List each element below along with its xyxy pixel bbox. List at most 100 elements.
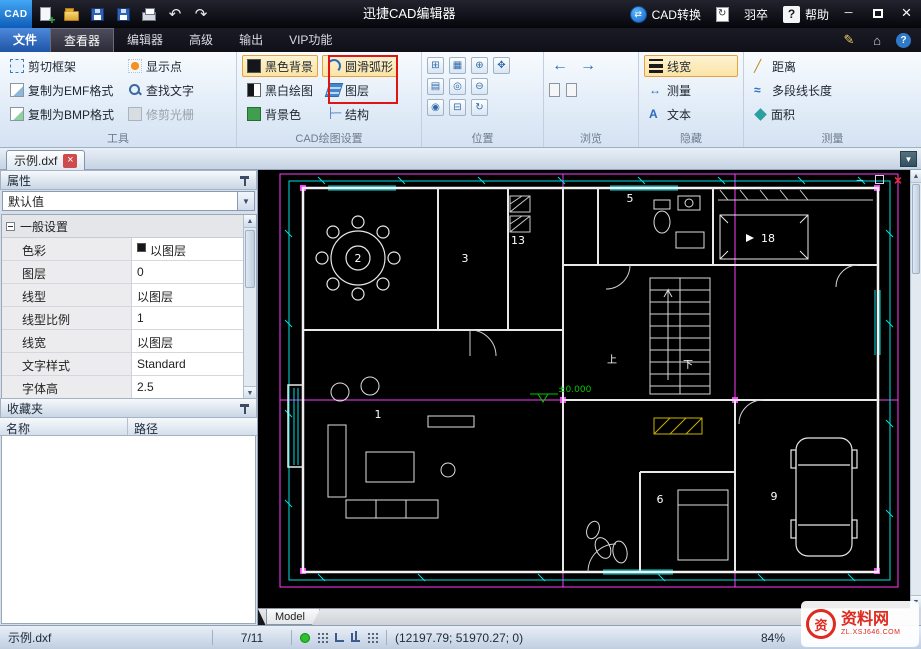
app-logo: CAD <box>0 0 32 28</box>
trim-raster-button[interactable]: 修剪光栅 <box>123 103 199 125</box>
text-toggle-button[interactable]: 文本 <box>644 103 738 125</box>
maximize-button[interactable] <box>863 0 892 26</box>
property-row-lineweight[interactable]: 线宽 以图层 <box>2 330 256 353</box>
new-file-button[interactable] <box>32 2 58 26</box>
cad-convert-button[interactable]: CAD转换 <box>630 6 701 23</box>
menu-tab-output[interactable]: 输出 <box>226 28 276 52</box>
property-row-layer[interactable]: 图层 0 <box>2 261 256 284</box>
print-icon <box>142 12 156 21</box>
open-file-button[interactable] <box>58 2 84 26</box>
property-row-textstyle[interactable]: 文字样式 Standard <box>2 353 256 376</box>
print-button[interactable] <box>136 2 162 26</box>
tab-scroll-down-button[interactable] <box>900 151 917 167</box>
home-icon[interactable] <box>868 31 886 49</box>
area-button[interactable]: 面积 <box>749 103 916 125</box>
canvas-scrollbar[interactable]: ▲ ▼ <box>910 170 921 608</box>
undo-button[interactable] <box>162 2 188 26</box>
menu-tab-viewer[interactable]: 查看器 <box>50 28 114 52</box>
favorites-path-column[interactable]: 路径 <box>128 418 257 435</box>
menu-tab-file[interactable]: 文件 <box>0 28 50 52</box>
property-row-linetype[interactable]: 线型 以图层 <box>2 284 256 307</box>
canvas-restore-icon[interactable] <box>873 174 885 185</box>
pan-hand-icon[interactable] <box>493 57 510 74</box>
copy-as-emf-button[interactable]: 复制为EMF格式 <box>5 79 119 101</box>
show-points-button[interactable]: 显示点 <box>123 55 199 77</box>
property-row-ltscale[interactable]: 线型比例 1 <box>2 307 256 330</box>
clip-frame-button[interactable]: 剪切框架 <box>5 55 119 77</box>
scrollbar-thumb[interactable] <box>912 184 920 274</box>
user-name[interactable]: 羽卒 <box>744 6 768 23</box>
back-arrow-icon[interactable]: ← <box>549 57 571 75</box>
save-as-button[interactable] <box>110 2 136 26</box>
smooth-arc-button[interactable]: 圆滑弧形 <box>322 55 398 77</box>
menu-tab-editor[interactable]: 编辑器 <box>114 28 176 52</box>
sheet-view-icon[interactable] <box>427 78 444 95</box>
view-window-icon[interactable] <box>449 99 466 116</box>
osnap-icon[interactable] <box>351 633 360 642</box>
bw-drawing-button[interactable]: 黑白绘图 <box>242 79 318 101</box>
save-button[interactable] <box>84 2 110 26</box>
zoom-in-icon[interactable] <box>471 57 488 74</box>
forward-arrow-icon[interactable]: → <box>577 57 599 75</box>
zoom-window-icon[interactable] <box>427 57 444 74</box>
layers-button[interactable]: 图层 <box>322 79 398 101</box>
grid-view-icon[interactable] <box>449 57 466 74</box>
drawing-canvas[interactable]: ±0.000 2 3 5 13 18 1 6 9 上 下 <box>258 170 910 608</box>
properties-scrollbar[interactable]: ▲ ▼ <box>243 215 256 399</box>
copy-as-bmp-button[interactable]: 复制为BMP格式 <box>5 103 119 125</box>
help-button[interactable]: 帮助 <box>783 6 829 23</box>
close-button[interactable] <box>892 0 921 26</box>
ortho-mode-icon[interactable] <box>335 633 344 642</box>
minimize-button[interactable] <box>834 0 863 26</box>
column-markers-magenta <box>300 185 880 574</box>
canvas-close-icon[interactable] <box>892 174 904 185</box>
polyline-length-button[interactable]: 多段线长度 <box>749 79 916 101</box>
tab-close-icon[interactable] <box>63 154 77 168</box>
favorites-list[interactable] <box>1 436 256 624</box>
previous-view-icon[interactable] <box>549 83 560 97</box>
snap-grid-icon[interactable] <box>317 632 328 643</box>
property-row-fontheight[interactable]: 字体高 2.5 <box>2 376 256 399</box>
polar-tracking-icon[interactable] <box>367 632 378 643</box>
document-convert-icon[interactable] <box>716 7 729 22</box>
preset-dropdown[interactable]: 默认值 <box>2 191 255 211</box>
floor-plan-drawing[interactable]: ±0.000 2 3 5 13 18 1 6 9 上 下 <box>258 170 910 608</box>
zoom-extents-icon[interactable] <box>449 78 466 95</box>
menubar: 文件 查看器 编辑器 高级 输出 VIP功能 <box>0 28 921 52</box>
favorites-name-column[interactable]: 名称 <box>0 418 128 435</box>
menu-tab-advanced[interactable]: 高级 <box>176 28 226 52</box>
model-tab[interactable]: Model <box>266 609 320 625</box>
distance-button[interactable]: 距离 <box>749 55 916 77</box>
zoom-center-icon[interactable] <box>427 99 444 116</box>
pin-icon[interactable] <box>239 403 250 414</box>
redo-button[interactable] <box>188 2 214 26</box>
status-sheet-indicator: 7/11 <box>213 626 291 649</box>
scroll-up-icon[interactable]: ▲ <box>244 215 256 228</box>
save-icon <box>91 8 104 21</box>
ribbon-group-position: 位置 <box>422 52 544 147</box>
refresh-view-icon[interactable] <box>471 99 488 116</box>
structure-button[interactable]: 结构 <box>322 103 398 125</box>
help-circle-icon[interactable] <box>896 33 911 48</box>
scrollbar-thumb[interactable] <box>245 230 255 288</box>
zoom-out-icon[interactable] <box>471 78 488 95</box>
menu-tab-vip[interactable]: VIP功能 <box>276 28 345 52</box>
lineweight-toggle-button[interactable]: 线宽 <box>644 55 738 77</box>
background-color-button[interactable]: 背景色 <box>242 103 318 125</box>
scroll-up-icon[interactable]: ▲ <box>911 170 921 183</box>
black-background-button[interactable]: 黑色背景 <box>242 55 318 77</box>
document-tab[interactable]: 示例.dxf <box>6 150 85 170</box>
property-row-color[interactable]: 色彩 以图层 <box>2 238 256 261</box>
status-filename: 示例.dxf <box>0 626 212 649</box>
property-group-row[interactable]: 一般设置 <box>2 215 256 238</box>
measure-toggle-button[interactable]: 测量 <box>644 79 738 101</box>
properties-panel-header: 属性 <box>0 170 257 190</box>
canvas-minimize-icon[interactable] <box>854 174 866 185</box>
chevron-down-icon[interactable] <box>237 192 254 210</box>
status-ready-icon[interactable] <box>300 633 310 643</box>
pin-icon[interactable] <box>239 175 250 186</box>
next-view-icon[interactable] <box>566 83 577 97</box>
pencil-icon[interactable] <box>840 31 858 49</box>
collapse-icon[interactable] <box>6 222 15 231</box>
find-text-button[interactable]: 查找文字 <box>123 79 199 101</box>
